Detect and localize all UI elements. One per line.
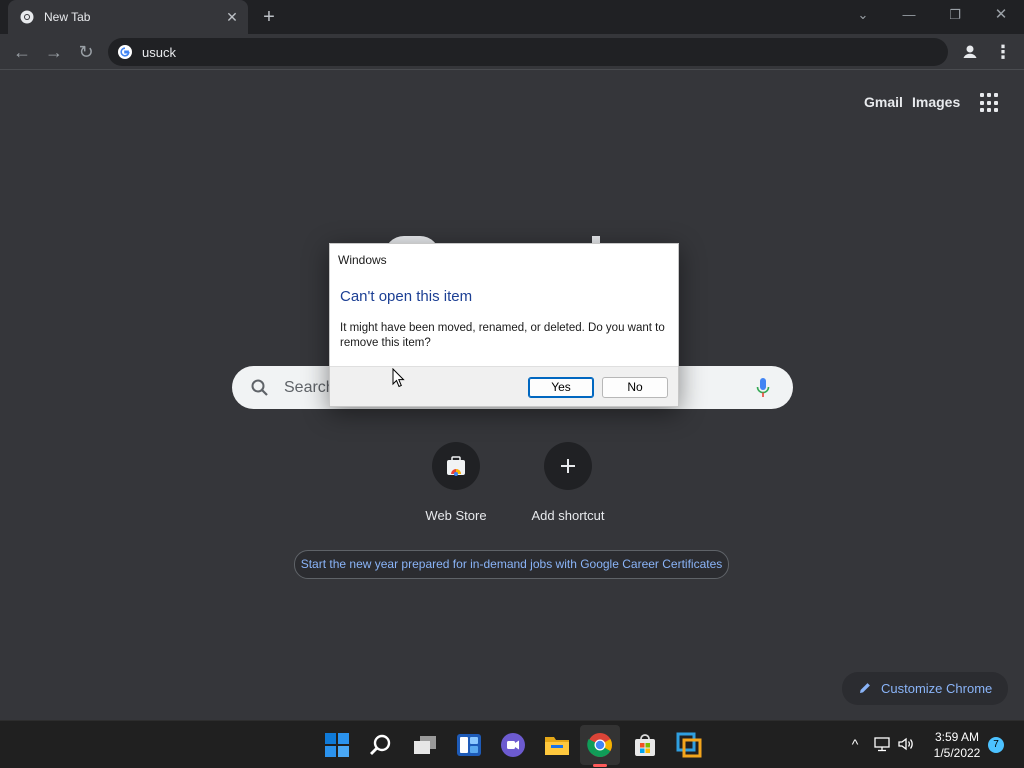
store-icon[interactable] (631, 731, 659, 759)
restore-button[interactable]: ❐ (943, 5, 967, 25)
shortcut-tile (432, 442, 480, 490)
chat-icon[interactable] (499, 731, 527, 759)
dialog-heading: Can't open this item (340, 288, 473, 305)
back-button[interactable]: ← (10, 40, 34, 64)
search-placeholder: Search (284, 379, 335, 396)
google-icon (118, 45, 132, 59)
clock-date: 1/5/2022 (933, 746, 981, 760)
google-apps-icon[interactable] (980, 93, 1000, 113)
tab-strip: New Tab ✕ + ⌄ — ❐ ✕ (0, 0, 1024, 34)
customize-label: Customize Chrome (881, 681, 993, 696)
images-link[interactable]: Images (912, 94, 960, 110)
shortcut-web-store[interactable]: Web Store (401, 442, 511, 523)
new-tab-button[interactable]: + (258, 7, 280, 29)
search-icon (251, 379, 268, 396)
notification-badge[interactable]: 7 (988, 737, 1004, 753)
gmail-link[interactable]: Gmail (864, 94, 903, 110)
profile-icon[interactable] (958, 40, 982, 64)
close-window-button[interactable]: ✕ (989, 5, 1013, 25)
shortcut-label: Web Store (425, 508, 487, 523)
task-view-icon[interactable] (411, 731, 439, 759)
search-icon[interactable] (367, 731, 395, 759)
dialog-message: It might have been moved, renamed, or de… (340, 322, 665, 349)
start-icon[interactable] (323, 731, 351, 759)
dialog-caption: Windows (338, 253, 387, 267)
shortcut-tile (544, 442, 592, 490)
plus-icon (561, 459, 575, 473)
file-explorer-icon[interactable] (543, 731, 571, 759)
customize-chrome-button[interactable]: Customize Chrome (842, 672, 1008, 705)
microphone-icon[interactable] (756, 377, 770, 399)
show-hidden-icons-icon[interactable]: ^ (846, 735, 864, 753)
tab-new-tab[interactable]: New Tab ✕ (8, 0, 248, 34)
tab-search-icon[interactable]: ⌄ (851, 5, 875, 25)
web-store-icon (447, 456, 465, 476)
minimize-button[interactable]: — (897, 5, 921, 25)
promo-link[interactable]: Start the new year prepared for in-deman… (294, 550, 729, 579)
volume-icon[interactable] (897, 735, 915, 753)
tab-title: New Tab (44, 10, 91, 24)
reload-button[interactable]: ↻ (74, 40, 98, 64)
chrome-icon (20, 10, 34, 24)
close-tab-icon[interactable]: ✕ (224, 9, 240, 25)
active-app-indicator (593, 764, 607, 767)
clock-time: 3:59 AM (934, 730, 980, 744)
forward-button[interactable]: → (42, 40, 66, 64)
app-icon[interactable] (675, 731, 703, 759)
dialog-footer: Yes No (330, 366, 678, 406)
shortcut-add[interactable]: Add shortcut (513, 442, 623, 523)
mouse-cursor-icon (392, 368, 405, 388)
network-icon[interactable] (873, 735, 891, 753)
cant-open-dialog: Windows Can't open this item It might ha… (329, 243, 679, 407)
no-button[interactable]: No (602, 377, 668, 398)
widgets-icon[interactable] (455, 731, 483, 759)
taskbar-clock[interactable]: 3:59 AM 1/5/2022 (926, 729, 988, 761)
toolbar: ← → ↻ usuck ⋮ (0, 34, 1024, 70)
taskbar: ^ 3:59 AM 1/5/2022 7 (0, 720, 1024, 768)
address-bar[interactable]: usuck (108, 38, 948, 66)
shortcut-label: Add shortcut (531, 508, 605, 523)
yes-button[interactable]: Yes (528, 377, 594, 398)
address-bar-text: usuck (142, 45, 176, 60)
chrome-icon[interactable] (586, 731, 614, 759)
pencil-icon (860, 683, 870, 693)
more-menu-icon[interactable]: ⋮ (994, 40, 1012, 64)
